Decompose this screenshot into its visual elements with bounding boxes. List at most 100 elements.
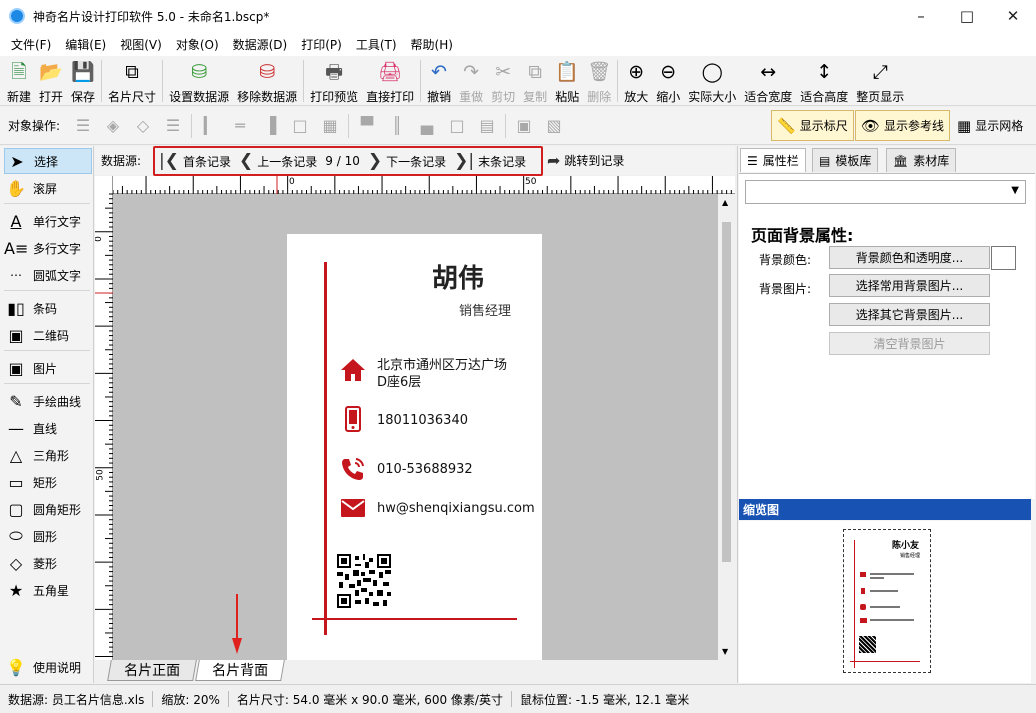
tab-properties[interactable]: ☰ 属性栏 [740, 148, 806, 172]
tab-materials[interactable]: 🏛 素材库 [886, 148, 957, 172]
email-icon[interactable] [339, 498, 367, 523]
align-bottom-icon[interactable]: ▄ [415, 114, 439, 138]
group-icon[interactable]: ▣ [512, 114, 536, 138]
card-job-title[interactable]: 销售经理 [459, 300, 511, 319]
align-right-icon[interactable]: ▐ [258, 114, 282, 138]
card-phone[interactable]: 010-53688932 [377, 461, 473, 478]
tool-single-text[interactable]: A 单行文字 [4, 208, 92, 234]
card-mobile[interactable]: 18011036340 [377, 412, 468, 429]
bg-common-image-button[interactable]: 选择常用背景图片... [829, 274, 990, 297]
help-button[interactable]: 💡 使用说明 [4, 654, 92, 680]
paste-button[interactable]: 📋 粘贴 [551, 56, 583, 106]
vertical-scrollbar[interactable]: ▲ ▼ [718, 194, 735, 660]
show-guides-toggle[interactable]: 👁 显示参考线 [855, 110, 951, 141]
tool-ellipse[interactable]: ⬭ 圆形 [4, 523, 92, 549]
fit-width-button[interactable]: ↔ 适合宽度 [740, 56, 796, 106]
menu-datasource[interactable]: 数据源(D) [226, 36, 295, 53]
last-record-button[interactable]: ❯| 末条记录 [454, 151, 526, 171]
home-icon[interactable] [339, 358, 367, 387]
align-middle-icon[interactable]: ║ [385, 114, 409, 138]
copy-button[interactable]: ⧉ 复制 [519, 56, 551, 106]
tool-round-rect[interactable]: ▢ 圆角矩形 [4, 496, 92, 522]
tab-templates[interactable]: ▤ 模板库 [812, 148, 879, 172]
tool-diamond[interactable]: ◇ 菱形 [4, 550, 92, 576]
bring-front-icon[interactable]: ☰ [71, 114, 95, 138]
align-top-icon[interactable]: ▀ [355, 114, 379, 138]
menu-edit[interactable]: 编辑(E) [58, 36, 113, 53]
undo-button[interactable]: ↶ 撤销 [423, 56, 455, 106]
tool-arc-text[interactable]: ⋯ 圆弧文字 [4, 262, 92, 288]
first-record-button[interactable]: |❮ 首条记录 [159, 151, 231, 171]
mobile-phone-icon[interactable] [339, 406, 367, 437]
tool-line[interactable]: — 直线 [4, 415, 92, 441]
redo-button[interactable]: ↷ 重做 [455, 56, 487, 106]
ungroup-icon[interactable]: ▧ [542, 114, 566, 138]
bring-forward-icon[interactable]: ◈ [101, 114, 125, 138]
maximize-button[interactable]: □ [944, 0, 990, 32]
card-address[interactable]: 北京市通州区万达广场 D座6层 [377, 357, 507, 391]
card-size-button[interactable]: ⧉ 名片尺寸 [104, 56, 160, 106]
prev-record-button[interactable]: ❮ 上一条记录 [239, 151, 317, 171]
equal-width-icon[interactable]: □ [288, 114, 312, 138]
scrollbar-thumb[interactable] [722, 222, 731, 562]
design-canvas[interactable]: 0 50 0 50 胡伟 销售经理 北京市通州区万达广场 D座6层 180110… [95, 176, 735, 660]
card-qrcode[interactable] [337, 554, 391, 608]
align-center-icon[interactable]: ═ [228, 114, 252, 138]
direct-print-button[interactable]: 🖨 直接打印 [362, 56, 418, 106]
equal-height-icon[interactable]: □ [445, 114, 469, 138]
scroll-down-icon[interactable]: ▼ [722, 647, 728, 656]
tab-card-front[interactable]: 名片正面 [107, 660, 197, 681]
delete-button[interactable]: 🗑 删除 [583, 56, 615, 106]
card-email[interactable]: hw@shenqixiangsu.com [377, 500, 535, 517]
menu-object[interactable]: 对象(O) [169, 36, 226, 53]
bg-clear-image-button[interactable]: 清空背景图片 [829, 332, 990, 355]
tool-image[interactable]: ▣ 图片 [4, 355, 92, 381]
tool-qrcode[interactable]: ▣ 二维码 [4, 322, 92, 348]
cut-button[interactable]: ✂ 剪切 [487, 56, 519, 106]
menu-file[interactable]: 文件(F) [4, 36, 58, 53]
bg-color-button[interactable]: 背景颜色和透明度... [829, 246, 990, 269]
set-datasource-button[interactable]: ⛁ 设置数据源 [165, 56, 233, 106]
tool-select[interactable]: ➤ 选择 [4, 148, 92, 174]
remove-datasource-button[interactable]: ⛁ 移除数据源 [233, 56, 301, 106]
fit-height-button[interactable]: ↕ 适合高度 [796, 56, 852, 106]
send-backward-icon[interactable]: ◇ [131, 114, 155, 138]
distribute-v-icon[interactable]: ▤ [475, 114, 499, 138]
business-card[interactable]: 胡伟 销售经理 北京市通州区万达广场 D座6层 18011036340 010-… [287, 234, 542, 660]
telephone-icon[interactable] [339, 456, 367, 487]
fit-page-button[interactable]: ⤢ 整页显示 [852, 56, 908, 106]
zoom-in-button[interactable]: ⊕ 放大 [620, 56, 652, 106]
menu-view[interactable]: 视图(V) [113, 36, 169, 53]
send-back-icon[interactable]: ☰ [161, 114, 185, 138]
distribute-h-icon[interactable]: ▦ [318, 114, 342, 138]
tool-star[interactable]: ★ 五角星 [4, 577, 92, 603]
bg-color-swatch[interactable] [991, 246, 1016, 270]
open-button[interactable]: 📂 打开 [35, 56, 67, 106]
menu-tools[interactable]: 工具(T) [349, 36, 404, 53]
bg-other-image-button[interactable]: 选择其它背景图片... [829, 303, 990, 326]
tool-scroll[interactable]: ✋ 滚屏 [4, 175, 92, 201]
tool-rect[interactable]: ▭ 矩形 [4, 469, 92, 495]
tool-freehand[interactable]: ✎ 手绘曲线 [4, 388, 92, 414]
minimize-button[interactable]: – [898, 0, 944, 32]
menu-print[interactable]: 打印(P) [294, 36, 349, 53]
actual-size-button[interactable]: ◯ 实际大小 [684, 56, 740, 106]
print-preview-button[interactable]: 🖶 打印预览 [306, 56, 362, 106]
card-thumbnail[interactable]: 陈小友 销售经理 [843, 529, 931, 673]
jump-to-record-button[interactable]: ➦ 跳转到记录 [547, 146, 624, 175]
tab-card-back[interactable]: 名片背面 [195, 660, 285, 681]
card-name[interactable]: 胡伟 [432, 258, 484, 295]
tool-multi-text[interactable]: A≡ 多行文字 [4, 235, 92, 261]
tool-barcode[interactable]: ▮▯ 条码 [4, 295, 92, 321]
object-select-dropdown[interactable]: ▼ [745, 180, 1026, 204]
menu-help[interactable]: 帮助(H) [404, 36, 460, 53]
scroll-up-icon[interactable]: ▲ [722, 198, 728, 207]
align-left-icon[interactable]: ▎ [198, 114, 222, 138]
tool-triangle[interactable]: △ 三角形 [4, 442, 92, 468]
save-button[interactable]: 💾 保存 [67, 56, 99, 106]
show-grid-toggle[interactable]: ▦ 显示网格 [951, 110, 1029, 141]
new-button[interactable]: 🗎 新建 [3, 56, 35, 106]
zoom-out-button[interactable]: ⊖ 缩小 [652, 56, 684, 106]
next-record-button[interactable]: ❯ 下一条记录 [368, 151, 446, 171]
close-button[interactable]: ✕ [990, 0, 1036, 32]
